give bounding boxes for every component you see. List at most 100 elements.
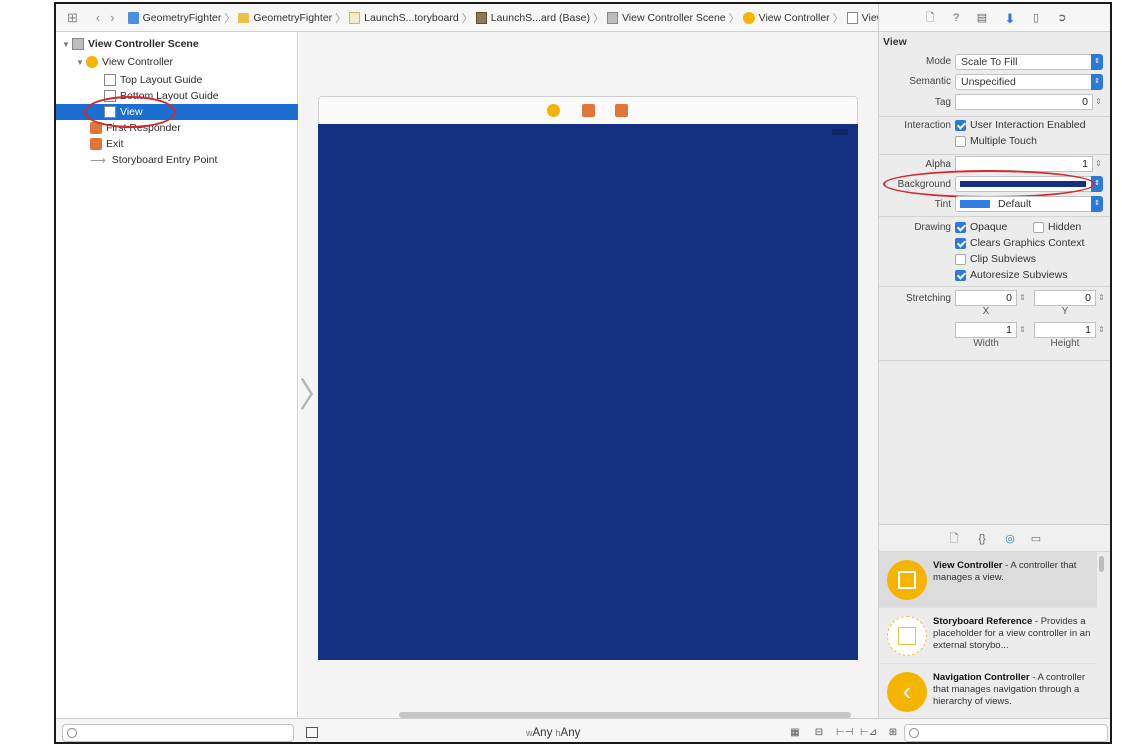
opaque-checkbox[interactable]: Opaque	[955, 221, 1007, 233]
stretch-y-stepper[interactable]: ⇕	[1097, 290, 1106, 306]
outline-item-view-controller[interactable]: ▼ View Controller	[76, 54, 298, 70]
breadcrumb-storyboard[interactable]: LaunchS...toryboard	[349, 11, 459, 24]
outline-label: Exit	[106, 138, 124, 150]
alpha-label: Alpha	[925, 159, 951, 170]
storyboard-reference-icon	[887, 616, 927, 656]
storyboard-canvas[interactable]: 〉	[299, 32, 878, 718]
exit-icon[interactable]	[615, 104, 628, 117]
embed-in-stack-icon[interactable]: ▦	[788, 727, 802, 739]
document-outline: ▼ View Controller Scene ▼ View Controlle…	[56, 32, 298, 718]
breadcrumb-folder[interactable]: GeometryFighter	[238, 12, 332, 24]
quick-help-icon[interactable]: ?	[949, 12, 963, 25]
entry-point-arrow-icon[interactable]: 〉	[299, 368, 333, 417]
clears-graphics-checkbox[interactable]: Clears Graphics Context	[955, 237, 1084, 249]
view-controller-icon[interactable]	[547, 104, 560, 117]
breadcrumb-label: LaunchS...toryboard	[364, 11, 459, 24]
related-items-icon[interactable]: ⊞	[62, 10, 83, 26]
annotation-ellipse	[84, 96, 176, 128]
library-item-navigation-controller[interactable]: ‹ Navigation Controller - A controller t…	[879, 664, 1097, 720]
view-controller-icon	[742, 11, 755, 24]
sidebar-toggle-icon[interactable]	[306, 727, 318, 738]
checkbox-label: Clip Subviews	[970, 253, 1036, 265]
breadcrumb-scene[interactable]: View Controller Scene	[606, 11, 726, 24]
semantic-popup[interactable]: Unspecified ⇕	[955, 74, 1103, 90]
outline-item-top-layout-guide[interactable]: Top Layout Guide	[104, 72, 298, 88]
library-item-title: Navigation Controller	[933, 672, 1030, 683]
stretch-height-field[interactable]: 1	[1034, 322, 1096, 338]
multiple-touch-checkbox[interactable]: Multiple Touch	[955, 135, 1037, 147]
stretch-width-stepper[interactable]: ⇕	[1018, 322, 1027, 338]
outline-label: Storyboard Entry Point	[111, 154, 218, 166]
library-item-view-controller[interactable]: View Controller - A controller that mana…	[879, 552, 1097, 608]
connections-inspector-icon[interactable]: ➲	[1055, 12, 1069, 25]
object-library-icon[interactable]: ◎	[1003, 533, 1017, 546]
navigation-controller-icon: ‹	[887, 672, 927, 712]
identity-inspector-icon[interactable]: ▤	[975, 12, 989, 25]
grid-view-icon[interactable]: ⊞	[886, 727, 900, 739]
checkbox-checked	[955, 119, 966, 131]
scene-icon	[606, 11, 618, 24]
drawing-label: Drawing	[914, 222, 951, 233]
resolve-issues-icon[interactable]: ⊢⊿	[860, 727, 877, 739]
size-inspector-icon[interactable]: ▯	[1029, 12, 1043, 25]
layout-guide-icon	[104, 74, 116, 86]
library-item-text: Navigation Controller - A controller tha…	[933, 672, 1091, 708]
clip-subviews-checkbox[interactable]: Clip Subviews	[955, 253, 1036, 265]
stretch-x-field[interactable]: 0	[955, 290, 1017, 306]
chevron-updown-icon: ⇕	[1091, 196, 1103, 212]
size-class-control[interactable]: wAny hAny	[526, 727, 580, 739]
tint-color-popup[interactable]: Default ⇕	[955, 196, 1103, 212]
library-scrollbar[interactable]	[1099, 556, 1104, 572]
stretch-x-stepper[interactable]: ⇕	[1018, 290, 1027, 306]
outline-item-exit[interactable]: Exit	[90, 136, 298, 152]
mode-popup[interactable]: Scale To Fill ⇕	[955, 54, 1103, 70]
code-snippet-icon[interactable]: {}	[975, 533, 989, 546]
tag-field[interactable]: 0	[955, 94, 1093, 110]
attributes-inspector-icon[interactable]: ⬇	[1003, 12, 1017, 25]
align-icon[interactable]: ⊟	[812, 727, 826, 739]
autoresize-subviews-checkbox[interactable]: Autoresize Subviews	[955, 269, 1067, 281]
disclosure-triangle-icon[interactable]: ▼	[76, 58, 86, 67]
breadcrumb-label: GeometryFighter	[253, 11, 333, 24]
forward-arrow-icon[interactable]: ›	[105, 10, 119, 25]
stretch-height-stepper[interactable]: ⇕	[1097, 322, 1106, 338]
alpha-stepper[interactable]: ⇕	[1094, 156, 1103, 172]
storyboard-base-icon	[475, 11, 487, 24]
breadcrumb-project[interactable]: GeometryFighter	[127, 11, 221, 24]
file-inspector-icon[interactable]: 🗋	[923, 12, 937, 25]
stretch-y-field[interactable]: 0	[1034, 290, 1096, 306]
tint-color-swatch	[960, 200, 990, 208]
back-arrow-icon[interactable]: ‹	[91, 10, 105, 25]
library-filter-field[interactable]	[904, 724, 1108, 742]
size-h-value: Any	[560, 727, 581, 739]
library-item-storyboard-reference[interactable]: Storyboard Reference - Provides a placeh…	[879, 608, 1097, 664]
scene-view[interactable]	[318, 124, 858, 660]
outline-item-entry-point[interactable]: ⟶ Storyboard Entry Point	[90, 152, 298, 168]
scene-icon	[72, 38, 84, 50]
media-library-icon[interactable]: ▭	[1029, 533, 1043, 546]
tag-stepper[interactable]: ⇕	[1094, 94, 1103, 110]
outline-item-scene[interactable]: ▼ View Controller Scene	[62, 36, 298, 52]
disclosure-triangle-icon[interactable]: ▼	[62, 40, 72, 49]
outline-label: View Controller	[102, 56, 174, 68]
user-interaction-checkbox[interactable]: User Interaction Enabled	[955, 119, 1086, 131]
battery-icon	[832, 129, 848, 135]
breadcrumb-label: LaunchS...ard (Base)	[490, 11, 590, 24]
stretch-width-field[interactable]: 1	[955, 322, 1017, 338]
checkbox-unchecked	[1033, 221, 1044, 233]
first-responder-icon[interactable]	[582, 104, 595, 117]
library-item-title: View Controller	[933, 560, 1003, 571]
hidden-checkbox[interactable]: Hidden	[1033, 221, 1081, 233]
outline-filter-field[interactable]	[62, 724, 294, 742]
filter-icon	[67, 728, 77, 738]
pin-icon[interactable]: ⊢⊣	[836, 727, 853, 739]
scene-dock	[318, 96, 858, 124]
exit-icon	[90, 138, 102, 150]
annotation-ellipse	[883, 170, 1095, 198]
storyboard-icon	[349, 11, 361, 24]
file-template-icon[interactable]: 🗋	[947, 533, 961, 546]
breadcrumb-storyboard-base[interactable]: LaunchS...ard (Base)	[475, 11, 590, 24]
tint-value: Default	[998, 198, 1032, 210]
project-icon	[127, 11, 139, 24]
breadcrumb-view-controller[interactable]: View Controller	[742, 11, 830, 24]
